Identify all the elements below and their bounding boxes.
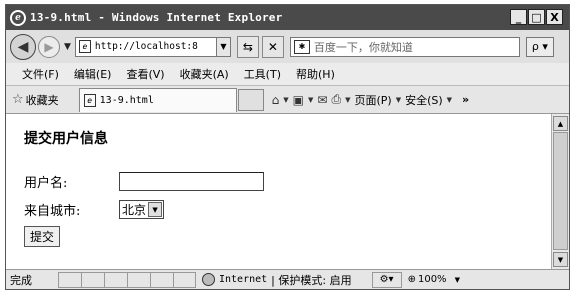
ie-logo-icon: e xyxy=(10,9,26,26)
security-zone[interactable]: Internet xyxy=(219,274,267,285)
address-input[interactable]: e http://localhost:8 xyxy=(74,36,217,57)
page-icon: e xyxy=(83,93,96,107)
page-icon: e xyxy=(78,40,91,53)
browser-window: e 13-9.html - Windows Internet Explorer … xyxy=(5,4,570,290)
status-panels xyxy=(58,271,196,288)
address-dropdown-button[interactable]: ▼ xyxy=(216,36,231,57)
title-bar: e 13-9.html - Windows Internet Explorer … xyxy=(6,5,569,30)
vertical-scrollbar[interactable]: ▲ ▼ xyxy=(551,114,569,269)
status-bar: 完成 Internet | 保护模式: 启用 ⚙▾ ⊕ 100% ▼ xyxy=(6,269,569,289)
menu-favorites[interactable]: 收藏夹(A) xyxy=(180,66,229,82)
favorites-star-icon[interactable]: ☆ xyxy=(12,92,24,107)
maximize-button[interactable]: □ xyxy=(528,9,545,25)
favorites-button[interactable]: 收藏夹 xyxy=(26,92,59,108)
username-row: 用户名: xyxy=(24,172,264,191)
zoom-level: 100% xyxy=(417,274,447,285)
menu-view[interactable]: 查看(V) xyxy=(126,66,164,82)
city-label: 来自城市: xyxy=(24,204,81,219)
back-button[interactable]: ◀ xyxy=(10,33,36,60)
menu-edit[interactable]: 编辑(E) xyxy=(74,66,112,82)
menu-file[interactable]: 文件(F) xyxy=(22,66,59,82)
username-label: 用户名: xyxy=(24,176,68,191)
safety-menu[interactable]: 安全(S) xyxy=(405,92,443,108)
scroll-thumb[interactable] xyxy=(553,132,568,250)
page-title: 提交用户信息 xyxy=(24,131,108,147)
new-tab-button[interactable] xyxy=(237,88,264,111)
zoom-button[interactable]: ⊕ 100% ▼ xyxy=(408,274,460,285)
tab-label: 13-9.html xyxy=(99,94,154,106)
forward-arrow-icon: ▶ xyxy=(44,39,54,54)
page-content: 提交用户信息 用户名: 来自城市: 北京 ▼ 提交 xyxy=(6,114,551,269)
address-toolbar: ◀ ▶ ▼ e http://localhost:8 ▼ ⇆ ✕ ✱ 百度一下，… xyxy=(6,30,569,63)
addons-icon: ⚙▾ xyxy=(379,274,394,285)
print-dropdown-icon[interactable]: ▼ xyxy=(345,96,350,104)
paw-icon: ✱ xyxy=(293,39,310,54)
minimize-button[interactable]: _ xyxy=(510,9,527,25)
scroll-down-icon: ▼ xyxy=(557,255,564,264)
zoom-icon: ⊕ xyxy=(407,274,416,285)
stop-icon: ✕ xyxy=(267,39,278,54)
window-controls: _ □ X xyxy=(510,9,563,25)
status-panel xyxy=(58,271,81,288)
feeds-icon[interactable]: ▣ xyxy=(293,93,304,107)
menu-bar: 文件(F) 编辑(E) 查看(V) 收藏夹(A) 工具(T) 帮助(H) xyxy=(6,63,569,85)
stop-button[interactable]: ✕ xyxy=(261,35,284,58)
mail-icon[interactable]: ✉ xyxy=(317,93,327,107)
status-panel xyxy=(173,271,196,288)
status-panel xyxy=(81,271,104,288)
scroll-up-button[interactable]: ▲ xyxy=(553,116,568,131)
status-text: 完成 xyxy=(10,273,32,287)
chevron-down-icon: ▼ xyxy=(220,42,227,51)
scroll-up-icon: ▲ xyxy=(557,119,564,128)
city-row: 来自城市: 北京 ▼ xyxy=(24,200,165,219)
search-placeholder: 百度一下，你就知道 xyxy=(313,40,413,54)
back-arrow-icon: ◀ xyxy=(17,38,29,55)
chevron-down-icon[interactable]: ▼ xyxy=(148,202,163,217)
menu-tools[interactable]: 工具(T) xyxy=(244,66,281,82)
refresh-button[interactable]: ⇆ xyxy=(236,35,259,58)
page-menu[interactable]: 页面(P) xyxy=(354,92,391,108)
address-url[interactable]: http://localhost:8 xyxy=(95,41,198,52)
feeds-dropdown-icon[interactable]: ▼ xyxy=(308,96,313,104)
protected-mode-status[interactable]: | 保护模式: 启用 xyxy=(271,272,351,288)
search-input[interactable]: ✱ 百度一下，你就知道 xyxy=(289,36,520,57)
globe-icon xyxy=(202,273,215,286)
print-icon[interactable]: ⎙ xyxy=(331,92,341,107)
page-menu-dropdown-icon[interactable]: ▼ xyxy=(396,96,401,104)
status-panel xyxy=(150,271,173,288)
status-panel xyxy=(104,271,127,288)
menu-help[interactable]: 帮助(H) xyxy=(296,66,335,82)
search-button[interactable]: ρ ▾ xyxy=(525,36,554,57)
home-icon[interactable]: ⌂ xyxy=(272,93,280,107)
status-panel xyxy=(127,271,150,288)
safety-menu-dropdown-icon[interactable]: ▼ xyxy=(447,96,452,104)
window-title: 13-9.html - Windows Internet Explorer xyxy=(30,11,283,24)
chevron-down-icon: ▼ xyxy=(454,275,460,284)
command-bar: ⌂ ▼ ▣ ▼ ✉ ⎙ ▼ 页面(P) ▼ 安全(S) ▼ » xyxy=(272,92,470,108)
more-commands-button[interactable]: » xyxy=(462,93,469,106)
username-input[interactable] xyxy=(119,172,264,191)
manage-addons-button[interactable]: ⚙▾ xyxy=(371,271,402,288)
close-button[interactable]: X xyxy=(546,9,563,25)
city-select[interactable]: 北京 ▼ xyxy=(119,200,165,219)
favorites-bar: ☆ 收藏夹 e 13-9.html ⌂ ▼ ▣ ▼ ✉ ⎙ ▼ 页面(P) ▼ … xyxy=(6,85,569,114)
scroll-down-button[interactable]: ▼ xyxy=(553,252,568,267)
submit-button[interactable]: 提交 xyxy=(24,226,61,247)
recent-pages-dropdown-icon[interactable]: ▼ xyxy=(64,42,71,52)
home-dropdown-icon[interactable]: ▼ xyxy=(283,96,288,104)
forward-button[interactable]: ▶ xyxy=(38,35,60,58)
city-selected-value: 北京 xyxy=(122,203,147,217)
refresh-icon: ⇆ xyxy=(242,39,253,54)
tab-13-9[interactable]: e 13-9.html xyxy=(78,87,237,112)
